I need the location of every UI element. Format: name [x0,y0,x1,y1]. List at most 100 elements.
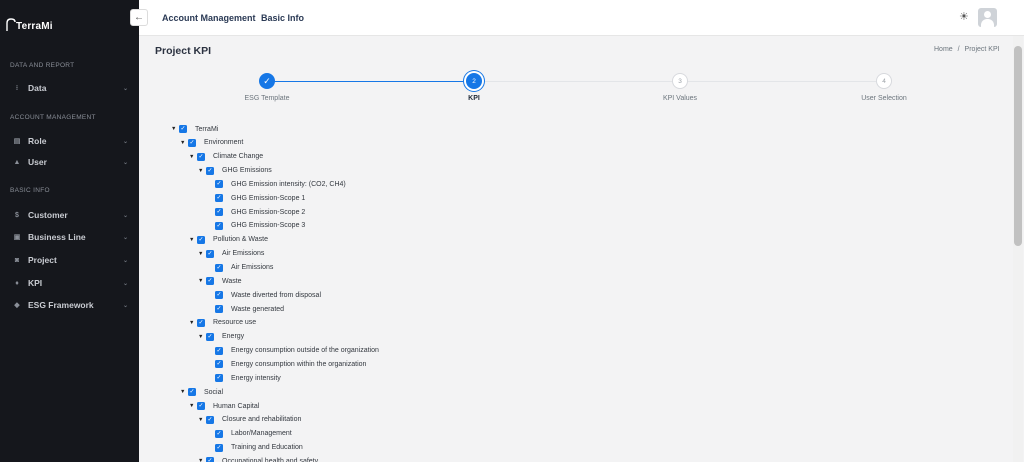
tree-node[interactable]: ✓ Waste diverted from disposal [215,289,321,301]
tree-node[interactable]: ✓ Waste generated [215,303,284,315]
sidebar-item-business-line[interactable]: ▣ Business Line ⌄ [12,229,128,245]
tree-node[interactable]: ✓ GHG Emission-Scope 2 [215,206,305,218]
topnav-basic-info[interactable]: Basic Info [261,13,304,23]
tree-checkbox[interactable]: ✓ [215,291,223,300]
tree-checkbox[interactable]: ✓ [215,360,223,369]
caret-down-icon[interactable]: ▼ [198,458,206,462]
tree-node[interactable]: ✓ Labor/Management [215,428,292,440]
step-1-circle[interactable]: ✓ [259,73,275,89]
tree-checkbox[interactable]: ✓ [188,388,196,397]
scrollbar[interactable] [1013,36,1023,462]
sidebar-item-user[interactable]: ▲ User ⌄ [12,154,128,170]
sidebar-item-kpi[interactable]: ♦ KPI ⌄ [12,275,128,291]
tree-node-label: TerraMi [195,125,219,133]
tree-node-label: Air Emissions [222,250,265,258]
sidebar-item-project[interactable]: ◙ Project ⌄ [12,252,128,268]
sidebar-item-esg-framework[interactable]: ◆ ESG Framework ⌄ [12,297,128,313]
sidebar-item-label: Business Line [28,232,86,242]
breadcrumb-home[interactable]: Home [934,46,953,53]
caret-down-icon[interactable]: ▼ [189,154,197,160]
tree-checkbox[interactable]: ✓ [197,235,205,244]
tree-node[interactable]: ▼ ✓ Occupational health and safety [198,455,318,462]
sun-icon[interactable]: ☀ [959,10,969,23]
tree-node[interactable]: ▼ ✓ Climate Change [189,151,263,163]
caret-down-icon[interactable]: ▼ [198,417,206,423]
sidebar-item-label: Project [28,255,57,265]
caret-down-icon[interactable]: ▼ [198,278,206,284]
tree-checkbox[interactable]: ✓ [215,208,223,217]
tree-checkbox[interactable]: ✓ [215,374,223,383]
tree-checkbox[interactable]: ✓ [215,263,223,272]
tree-checkbox[interactable]: ✓ [215,221,223,230]
sidebar-collapse-button[interactable]: ← [130,9,148,26]
sidebar-item-data[interactable]: ⁝ Data ⌄ [12,80,128,96]
tree-node[interactable]: ✓ Air Emissions [215,262,273,274]
tree-node-label: Labor/Management [231,430,292,438]
tree-node[interactable]: ✓ GHG Emission intensity: (CO2, CH4) [215,178,346,190]
tree-checkbox[interactable]: ✓ [206,277,214,286]
tree-node-label: Resource use [213,319,257,327]
tree-node[interactable]: ✓ GHG Emission-Scope 1 [215,192,305,204]
chevron-down-icon: ⌄ [122,138,128,145]
tree-node-label: Energy [222,333,245,341]
avatar[interactable] [978,8,997,27]
tree-checkbox[interactable]: ✓ [215,443,223,452]
sidebar-item-role[interactable]: ▤ Role ⌄ [12,133,128,149]
caret-down-icon[interactable]: ▼ [189,237,197,243]
step-2-circle[interactable]: 2 [466,73,482,89]
caret-down-icon[interactable]: ▼ [180,389,188,395]
tree-node[interactable]: ▼ ✓ GHG Emissions [198,165,272,177]
step-3-circle[interactable]: 3 [672,73,688,89]
caret-down-icon[interactable]: ▼ [198,168,206,174]
tree-node[interactable]: ✓ Energy intensity [215,372,281,384]
step-4-circle[interactable]: 4 [876,73,892,89]
tree-node[interactable]: ▼ ✓ Waste [198,275,242,287]
caret-down-icon[interactable]: ▼ [198,334,206,340]
sidebar-item-customer[interactable]: $ Customer ⌄ [12,207,128,223]
tree-checkbox[interactable]: ✓ [206,415,214,424]
tree-node[interactable]: ▼ ✓ Resource use [189,317,256,329]
tree-checkbox[interactable]: ✓ [215,346,223,355]
tree-checkbox[interactable]: ✓ [206,249,214,258]
tree-checkbox[interactable]: ✓ [206,166,214,175]
tree-node[interactable]: ▼ ✓ Social [180,386,223,398]
caret-down-icon[interactable]: ▼ [198,251,206,257]
breadcrumb-separator: / [957,46,960,53]
tree-checkbox[interactable]: ✓ [179,125,187,133]
tree-node[interactable]: ▼ ✓ TerraMi [171,123,218,135]
tree-node[interactable]: ✓ Energy consumption outside of the organ… [215,345,379,357]
tree-node[interactable]: ▼ ✓ Energy [198,331,244,343]
tree-checkbox[interactable]: ✓ [215,194,223,203]
kpi-icon: ♦ [15,279,19,287]
tree-node[interactable]: ▼ ✓ Closure and rehabilitation [198,414,301,426]
tree-checkbox[interactable]: ✓ [197,402,205,410]
tree-node[interactable]: ▼ ✓ Human Capital [189,400,259,412]
caret-down-icon[interactable]: ▼ [189,320,197,326]
tree-node[interactable]: ✓ Energy consumption within the organizat… [215,358,366,370]
section-data-and-report: DATA AND REPORT [10,62,75,69]
tree-node[interactable]: ▼ ✓ Pollution & Waste [189,234,268,246]
topnav-account-management[interactable]: Account Management [162,13,256,23]
caret-down-icon[interactable]: ▼ [180,140,188,146]
tree-checkbox[interactable]: ✓ [215,305,223,314]
tree-checkbox[interactable]: ✓ [215,429,223,438]
tree-node[interactable]: ▼ ✓ Environment [180,137,243,149]
tree-node-label: Energy consumption outside of the organi… [231,347,379,355]
tree-checkbox[interactable]: ✓ [197,152,205,161]
caret-down-icon[interactable]: ▼ [189,403,197,409]
tree-node-label: GHG Emissions [222,167,272,175]
tree-node[interactable]: ✓ GHG Emission-Scope 3 [215,220,305,232]
caret-down-icon[interactable]: ▼ [171,126,179,132]
sidebar-item-label: Role [28,136,47,146]
tree-node[interactable]: ✓ Training and Education [215,442,303,454]
tree-node[interactable]: ▼ ✓ Air Emissions [198,248,264,260]
tree-node-label: Waste diverted from disposal [231,291,321,299]
top-bar: Account Management Basic Info ☀ [139,0,1024,36]
tree-checkbox[interactable]: ✓ [188,138,196,147]
brand-logo[interactable]: TerraMi [6,10,53,32]
tree-checkbox[interactable]: ✓ [206,457,214,462]
tree-checkbox[interactable]: ✓ [206,332,214,341]
tree-checkbox[interactable]: ✓ [215,180,223,189]
scrollbar-thumb[interactable] [1014,46,1022,246]
tree-checkbox[interactable]: ✓ [197,318,205,327]
